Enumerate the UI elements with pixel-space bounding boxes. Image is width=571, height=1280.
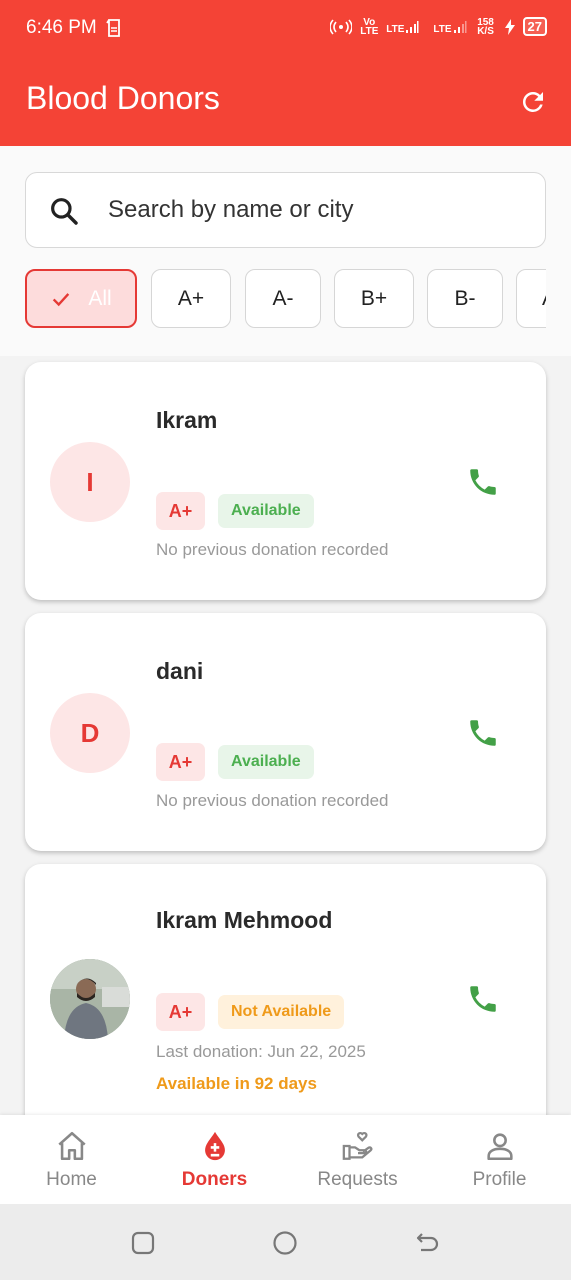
call-button[interactable] xyxy=(463,462,503,502)
chip-label: A- xyxy=(272,286,294,310)
volte-label: Vo LTE xyxy=(360,16,379,37)
phone-icon xyxy=(470,720,496,746)
call-button[interactable] xyxy=(463,713,503,753)
hand-heart-icon xyxy=(342,1131,372,1160)
refresh-icon xyxy=(522,91,543,112)
donor-name: Ikram xyxy=(156,407,218,433)
nav-home[interactable]: Home xyxy=(0,1115,143,1204)
home-icon xyxy=(57,1131,86,1161)
nav-label: Requests xyxy=(317,1169,398,1190)
status-badge: Available xyxy=(218,494,314,528)
chip-label: A xyxy=(542,287,546,311)
phone-icon xyxy=(470,469,496,495)
refresh-button[interactable] xyxy=(515,84,551,120)
avatar: D xyxy=(50,693,130,773)
chip-label: B+ xyxy=(360,286,388,310)
status-time: 6:46 PM xyxy=(26,17,97,38)
avatar: I xyxy=(50,442,130,522)
search-icon xyxy=(51,198,78,225)
chip-label: A+ xyxy=(177,286,205,310)
blood-drop-icon xyxy=(204,1131,225,1161)
status-icons: Vo LTE LTE LTE 158 K/S 27 xyxy=(330,17,547,36)
available-in-text: Available in 92 days xyxy=(156,1074,317,1093)
phone-icon xyxy=(470,986,496,1012)
donor-card[interactable]: I Ikram A+ Available No previous donatio… xyxy=(25,362,546,600)
donor-list: I Ikram A+ Available No previous donatio… xyxy=(0,356,571,1115)
donor-name: Ikram Mehmood xyxy=(156,907,333,933)
filter-area: All A+ A- B+ B- A xyxy=(0,146,571,356)
app-bar: Blood Donors xyxy=(0,58,571,146)
charging-icon xyxy=(504,18,515,35)
donation-info: No previous donation recorded xyxy=(156,540,389,559)
nav-label: Doners xyxy=(181,1169,248,1190)
avatar-initial: I xyxy=(86,466,94,497)
lte-label-2: LTE xyxy=(433,20,467,34)
back-icon[interactable] xyxy=(413,1229,441,1257)
hotspot-icon xyxy=(330,18,353,35)
system-nav-bar xyxy=(0,1204,571,1280)
battery-level: 27 xyxy=(522,17,547,36)
page-title: Blood Donors xyxy=(26,80,220,116)
signal-icon xyxy=(406,20,419,33)
bottom-nav: Home Doners Requests Profile xyxy=(0,1115,571,1204)
donor-name: dani xyxy=(156,658,204,684)
filter-chip-a-neg[interactable]: A- xyxy=(245,269,321,328)
search-input[interactable] xyxy=(108,173,528,246)
speed-label: 158 K/S xyxy=(477,16,494,37)
status-badge: Not Available xyxy=(218,995,345,1029)
donation-info: Last donation: Jun 22, 2025 xyxy=(156,1042,366,1061)
search-box[interactable] xyxy=(25,172,546,248)
lte-label-1: LTE xyxy=(386,20,419,34)
nav-label: Profile xyxy=(472,1169,527,1190)
home-circle-icon[interactable] xyxy=(271,1229,299,1257)
chip-label: All xyxy=(88,286,112,310)
nav-profile[interactable]: Profile xyxy=(428,1115,571,1204)
sim-icon xyxy=(106,19,120,37)
donor-card[interactable]: Ikram Mehmood A+ Not Available Last dona… xyxy=(25,864,546,1115)
status-bar: 6:46 PM Vo LTE LTE LTE 158 K/S 27 xyxy=(0,0,571,58)
blood-group-badge: A+ xyxy=(156,743,205,781)
check-icon xyxy=(53,292,70,306)
signal-weak-icon xyxy=(453,20,467,33)
filter-chip-b-pos[interactable]: B+ xyxy=(334,269,414,328)
filter-chip-all[interactable]: All xyxy=(25,269,137,328)
person-icon xyxy=(486,1133,513,1161)
recents-icon[interactable] xyxy=(129,1229,157,1257)
filter-chip-b-neg[interactable]: B- xyxy=(427,269,503,328)
donation-info: No previous donation recorded xyxy=(156,791,389,810)
avatar xyxy=(50,959,130,1039)
blood-group-badge: A+ xyxy=(156,492,205,530)
avatar-initial: D xyxy=(80,717,100,748)
nav-doners[interactable]: Doners xyxy=(143,1115,286,1204)
avatar-photo xyxy=(50,959,130,1039)
chip-label: B- xyxy=(454,286,476,310)
nav-requests[interactable]: Requests xyxy=(286,1115,429,1204)
blood-group-filter: All A+ A- B+ B- A xyxy=(25,269,546,329)
nav-label: Home xyxy=(46,1169,97,1190)
blood-group-badge: A+ xyxy=(156,993,205,1031)
donor-card[interactable]: D dani A+ Available No previous donation… xyxy=(25,613,546,851)
status-badge: Available xyxy=(218,745,314,779)
call-button[interactable] xyxy=(463,979,503,1019)
filter-chip-a-pos[interactable]: A+ xyxy=(151,269,231,328)
filter-chip-next[interactable]: A xyxy=(516,269,546,328)
